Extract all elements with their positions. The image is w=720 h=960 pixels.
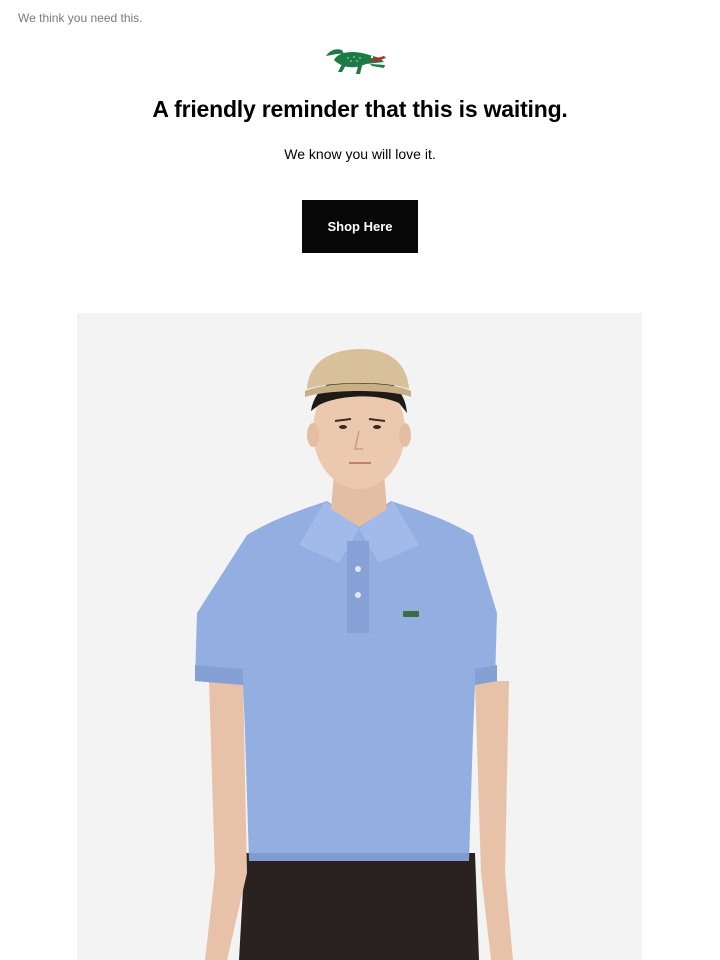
crocodile-logo-icon[interactable] — [322, 38, 388, 78]
headline: A friendly reminder that this is waiting… — [152, 96, 568, 122]
subheadline: We know you will love it. — [284, 146, 436, 162]
hero-product-image[interactable] — [77, 313, 642, 960]
preheader-text: We think you need this. — [18, 11, 143, 25]
shop-here-button[interactable]: Shop Here — [302, 200, 418, 253]
